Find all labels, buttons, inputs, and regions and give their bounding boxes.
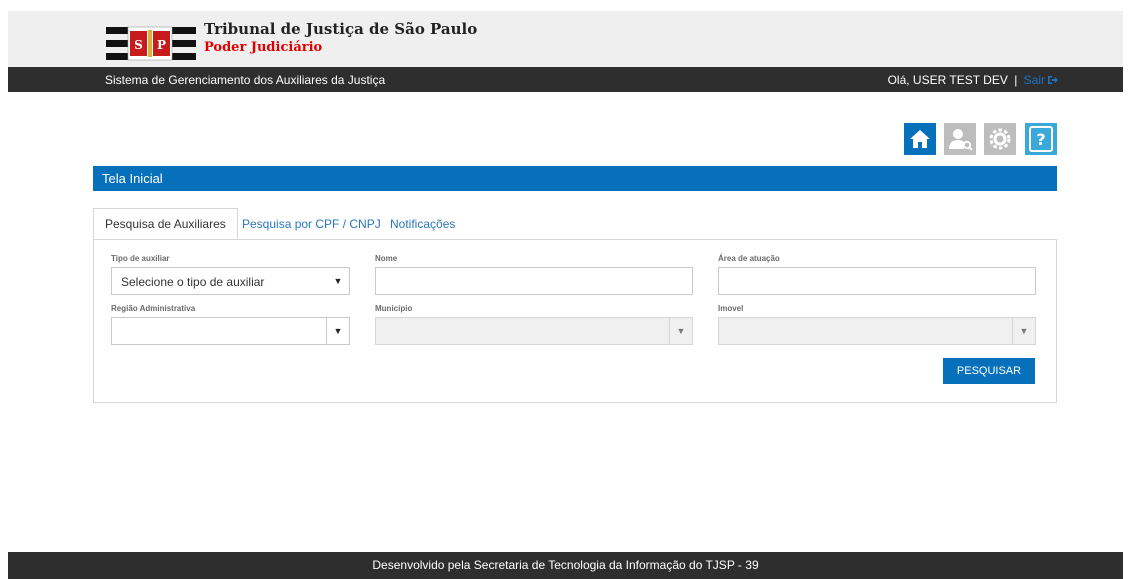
home-icon[interactable] <box>904 123 936 155</box>
imovel-label: Imovel <box>718 304 744 313</box>
area-input[interactable] <box>718 267 1036 295</box>
municipio-label: Município <box>375 304 413 313</box>
page-title-bar: Tela Inicial <box>93 166 1057 191</box>
tipo-label: Tipo de auxiliar <box>111 254 170 263</box>
area-label: Área de atuação <box>718 254 780 263</box>
user-greeting: Olá, USER TEST DEV <box>887 73 1008 87</box>
nome-label: Nome <box>375 254 398 263</box>
chevron-down-icon[interactable]: ▼ <box>327 268 349 294</box>
municipio-select[interactable]: ▼ <box>375 317 693 345</box>
user-area: Olá, USER TEST DEV | Sair <box>888 73 1058 87</box>
footer-text: Desenvolvido pela Secretaria de Tecnolog… <box>372 558 759 572</box>
logout-label[interactable]: Sair <box>1024 73 1045 87</box>
svg-text:?: ? <box>1036 130 1045 149</box>
tab-notificacoes[interactable]: Notificações <box>390 208 455 240</box>
tab-pesquisa-cpf-cnpj[interactable]: Pesquisa por CPF / CNPJ <box>242 208 381 240</box>
tjsp-logo: S P <box>106 26 196 61</box>
gear-icon[interactable] <box>984 123 1016 155</box>
tab-pesquisa-auxiliares[interactable]: Pesquisa de Auxiliares <box>93 208 238 239</box>
help-icon[interactable]: ? <box>1025 123 1057 155</box>
chevron-down-icon[interactable]: ▼ <box>669 318 692 344</box>
user-search-icon[interactable] <box>944 123 976 155</box>
system-name: Sistema de Gerenciamento dos Auxiliares … <box>105 73 386 87</box>
logout-icon[interactable] <box>1047 75 1058 85</box>
page-title: Tela Inicial <box>102 171 163 186</box>
imovel-select[interactable]: ▼ <box>718 317 1036 345</box>
regiao-select[interactable]: ▼ <box>111 317 350 345</box>
chevron-down-icon[interactable]: ▼ <box>1012 318 1035 344</box>
court-title: Tribunal de Justiça de São Paulo <box>204 20 478 38</box>
separator: | <box>1014 73 1018 87</box>
logout-link[interactable]: Sair <box>1024 73 1058 87</box>
top-header: S P Tribunal de Justiça de São Paulo Pod… <box>8 11 1123 67</box>
nome-input[interactable] <box>375 267 693 295</box>
court-subtitle: Poder Judiciário <box>204 40 323 55</box>
chevron-down-icon[interactable]: ▼ <box>326 318 349 344</box>
regiao-label: Região Administrativa <box>111 304 196 313</box>
navbar: Sistema de Gerenciamento dos Auxiliares … <box>8 67 1123 92</box>
tipo-selected-value[interactable]: Selecione o tipo de auxiliar <box>121 275 264 289</box>
svg-text:S: S <box>134 38 143 52</box>
search-panel: Tipo de auxiliar Selecione o tipo de aux… <box>93 239 1057 403</box>
tipo-select[interactable]: Selecione o tipo de auxiliar ▼ <box>111 267 350 295</box>
pesquisar-button[interactable]: PESQUISAR <box>943 358 1035 384</box>
footer: Desenvolvido pela Secretaria de Tecnolog… <box>8 552 1123 579</box>
svg-text:P: P <box>157 38 166 52</box>
